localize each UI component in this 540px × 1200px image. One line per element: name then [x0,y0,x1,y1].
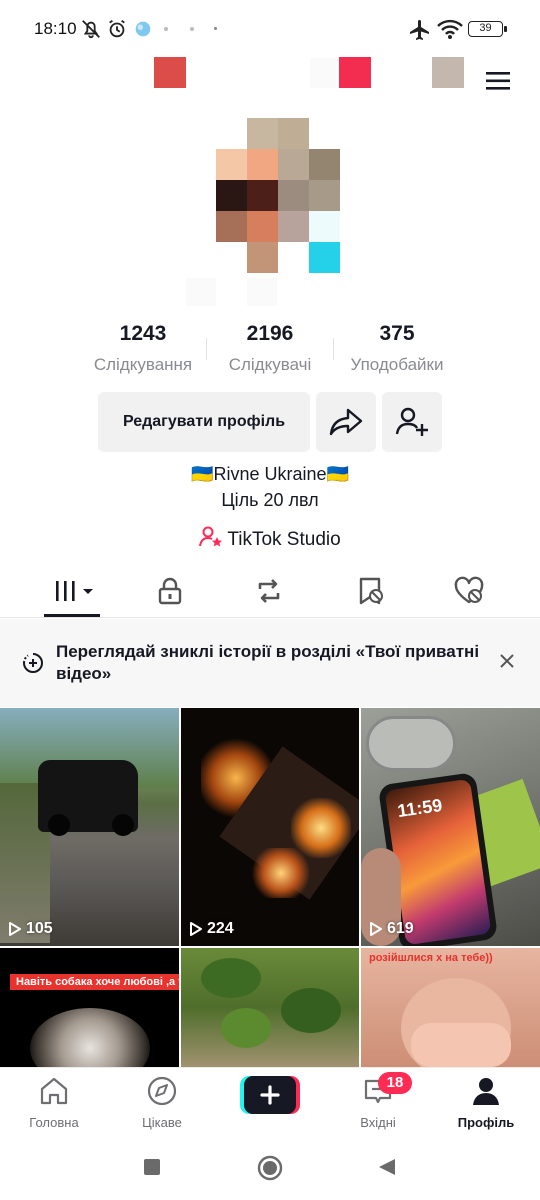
add-friends-button[interactable] [382,392,442,452]
battery-indicator: 39 [468,21,507,37]
create-button[interactable] [240,1076,300,1114]
add-user-icon [395,407,428,436]
status-bar: 18:10 39 [0,0,540,58]
app-notification-icon [135,21,151,37]
profile-tabs [0,566,540,618]
tab-private-lock-icon[interactable] [155,576,185,606]
likes-count: 375 [379,322,415,345]
nav-home[interactable]: Головна [4,1076,104,1130]
followers-stat[interactable]: 2196 Слідкувачі [212,322,328,375]
close-icon[interactable] [498,652,516,670]
likes-stat[interactable]: 375 Уподобайки [338,322,456,375]
video-thumbnail[interactable]: 224 [181,708,359,946]
bio-line-2: Ціль 20 лвл [221,490,319,510]
nav-home-label: Головна [29,1115,79,1130]
video-caption: розійшлися х на тебе)) [369,952,493,964]
video-caption: Навіть собака хоче любові ,а ти ні) [10,974,179,990]
edit-profile-button[interactable]: Редагувати профіль [98,392,310,452]
bell-off-icon [82,20,100,39]
nav-profile-label: Профіль [457,1115,515,1130]
video-thumbnail[interactable]: Навіть собака хоче любові ,а ти ні) [0,948,179,1067]
studio-label: TikTok Studio [227,529,341,550]
status-dot [164,27,168,31]
status-time: 18:10 [34,19,77,38]
menu-icon[interactable] [484,68,512,94]
banner-text: Переглядай зниклі історії в розділі «Тво… [56,642,480,683]
views-count: 224 [207,920,234,937]
video-thumbnail[interactable]: 105 [0,708,179,946]
tab-liked-hidden-icon[interactable] [454,576,484,606]
video-thumbnail[interactable] [181,948,359,1067]
tab-reposts-icon[interactable] [254,576,284,606]
followers-label: Слідкувачі [228,355,312,374]
tiktok-studio-link[interactable]: TikTok Studio [0,526,540,551]
profile-avatar[interactable] [216,118,340,273]
username-pixelated [432,57,464,88]
status-dot [214,27,217,30]
story-add-icon [22,653,43,673]
tab-saved-hidden-icon[interactable] [355,576,385,606]
private-stories-banner[interactable]: Переглядай зниклі історії в розділі «Тво… [0,619,540,707]
play-icon [370,922,382,936]
alarm-icon [109,19,125,38]
video-views: 105 [8,920,53,938]
following-stat[interactable]: 1243 Слідкування [82,322,204,375]
status-dot [190,27,194,31]
following-label: Слідкування [93,355,193,374]
stat-divider [333,338,334,360]
inbox-badge: 18 [378,1072,412,1094]
nav-discover[interactable]: Цікаве [112,1076,212,1130]
share-profile-button[interactable] [316,392,376,452]
username-pixelated [339,57,371,88]
nav-profile[interactable]: Профіль [436,1076,536,1130]
video-thumbnail[interactable]: 11:59 619 [361,708,540,946]
avatar-decor [247,278,277,306]
airplane-icon [410,20,429,40]
play-icon [9,922,21,936]
profile-icon [473,1078,499,1105]
video-thumbnail[interactable]: розійшлися х на тебе)) [361,948,540,1067]
recents-icon[interactable] [143,1158,161,1176]
nav-inbox-label: Вхідні [360,1115,396,1130]
video-views: 224 [189,920,234,938]
username-pixelated [310,58,336,88]
active-tab-indicator [44,614,100,617]
stat-divider [206,338,207,360]
bottom-navigation: Головна Цікаве Вхідні 18 Профіль [0,1067,540,1137]
tab-videos[interactable] [52,576,98,606]
studio-icon [199,526,223,547]
avatar-decor [186,278,216,306]
share-icon [329,408,363,436]
views-count: 619 [387,920,414,937]
home-icon [40,1077,68,1105]
nav-discover-label: Цікаве [142,1115,182,1130]
home-circle-icon[interactable] [257,1155,283,1181]
username-pixelated [154,57,186,88]
compass-icon [147,1076,177,1106]
video-views: 619 [369,920,414,938]
bio-line-1: 🇺🇦Rivne Ukraine🇺🇦 [191,464,349,484]
system-navigation-bar [0,1137,540,1200]
play-icon [190,922,202,936]
wifi-icon [437,19,463,39]
likes-label: Уподобайки [350,355,444,374]
views-count: 105 [26,920,53,937]
followers-count: 2196 [246,322,294,345]
back-icon[interactable] [377,1157,397,1177]
following-count: 1243 [119,322,167,345]
